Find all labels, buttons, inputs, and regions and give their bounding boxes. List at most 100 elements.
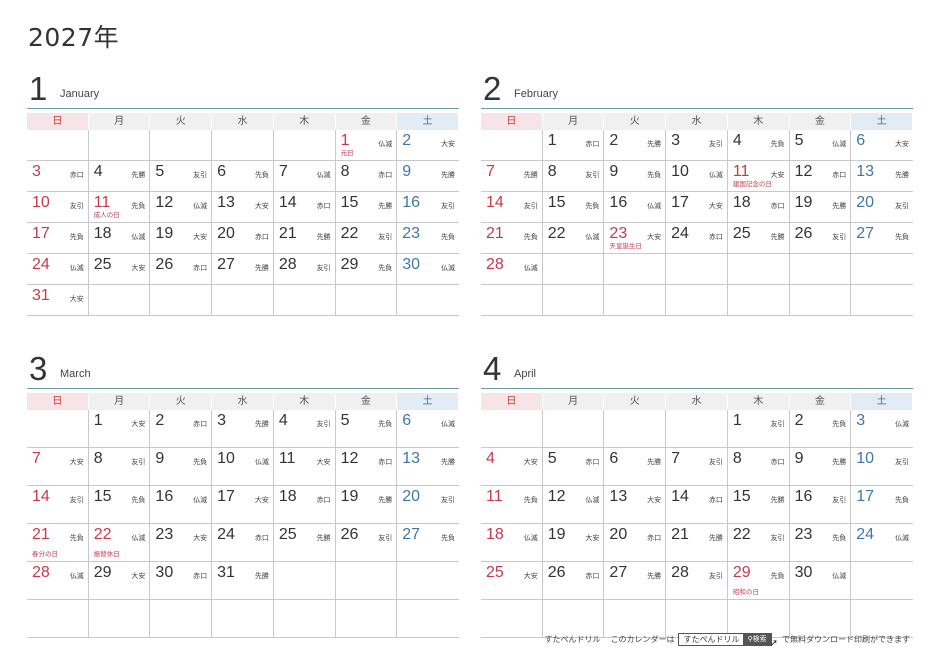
rokuyo-label: 先負 (523, 496, 538, 504)
day-cell (481, 130, 543, 161)
rokuyo-label: 先勝 (647, 458, 662, 466)
weekday-header: 土 (851, 393, 913, 410)
rokuyo-label: 先負 (193, 458, 208, 466)
month-name: March (60, 368, 91, 380)
day-number: 22 (93, 526, 112, 543)
day-cell: 26 赤口 (150, 254, 213, 285)
month-name: January (60, 88, 100, 100)
rokuyo-label: 大安 (895, 140, 909, 148)
day-cell: 1 仏滅 元日 (335, 130, 398, 161)
day-number: 20 (402, 488, 421, 505)
day-number: 25 (486, 564, 504, 581)
rokuyo-label: 仏滅 (254, 458, 269, 466)
day-number: 3 (217, 412, 227, 429)
day-cell: 30 仏滅 (397, 254, 459, 285)
day-cell: 25 大安 (88, 254, 151, 285)
weekday-header: 月 (88, 393, 151, 410)
day-cell: 11 大安 (273, 448, 336, 486)
rokuyo-label: 友引 (708, 458, 723, 466)
day-number: 20 (856, 194, 875, 211)
day-cell: 16 仏滅 (150, 486, 213, 524)
day-number: 30 (155, 564, 174, 581)
rokuyo-label: 仏滅 (441, 264, 455, 272)
day-cell: 27 先勝 (604, 562, 667, 600)
day-cell: 3 友引 (666, 130, 728, 161)
day-number: 22 (547, 225, 566, 242)
day-number: 22 (732, 526, 751, 543)
day-cell: 20 友引 (851, 192, 913, 223)
day-cell: 18 赤口 (273, 486, 336, 524)
day-number: 19 (547, 526, 566, 543)
rokuyo-label: 仏滅 (131, 233, 146, 241)
day-number: 4 (278, 412, 288, 429)
footer-search-button[interactable]: ⚲検索 (743, 634, 771, 645)
day-cell: 4 大安 (481, 448, 543, 486)
month-name: February (514, 88, 559, 100)
rokuyo-label: 仏滅 (895, 420, 909, 428)
rokuyo-label: 先負 (523, 233, 538, 241)
month-number: 3 (29, 350, 48, 387)
rokuyo-label: 大安 (523, 458, 538, 466)
day-cell: 25 先勝 (273, 524, 336, 562)
day-cell: 21 先勝 (273, 223, 336, 254)
day-cell: 23 大安 (150, 524, 213, 562)
day-cell (27, 410, 89, 448)
rokuyo-label: 友引 (708, 572, 723, 580)
rokuyo-label: 仏滅 (832, 140, 847, 148)
rokuyo-label: 赤口 (254, 233, 269, 241)
day-number: 10 (32, 194, 50, 211)
day-cell (481, 600, 543, 638)
rokuyo-label: 先勝 (254, 420, 269, 428)
day-cell: 2 先負 (789, 410, 852, 448)
day-cell (88, 285, 151, 316)
weekday-header: 水 (212, 113, 274, 130)
rokuyo-label: 赤口 (316, 202, 331, 210)
footer-search-input[interactable]: すたぺんドリル (679, 634, 744, 645)
weekday-header: 土 (397, 393, 459, 410)
day-number: 9 (155, 450, 165, 467)
day-number: 27 (402, 526, 421, 543)
rokuyo-label: 先勝 (378, 202, 393, 210)
day-cell: 13 大安 (212, 192, 274, 223)
day-cell: 5 赤口 (542, 448, 605, 486)
day-cell: 13 先勝 (397, 448, 459, 486)
rokuyo-label: 先負 (131, 202, 146, 210)
day-cell: 2 赤口 (150, 410, 213, 448)
rokuyo-label: 友引 (523, 202, 538, 210)
weekday-header: 木 (727, 113, 790, 130)
day-cell: 11 大安 建国記念の日 (727, 161, 790, 192)
day-cell: 4 友引 (273, 410, 336, 448)
rokuyo-label: 赤口 (378, 458, 393, 466)
rokuyo-label: 先勝 (441, 458, 455, 466)
rokuyo-label: 赤口 (69, 171, 84, 179)
day-cell (27, 130, 89, 161)
day-number: 15 (732, 488, 751, 505)
month-header: 3 March (27, 352, 459, 389)
weekday-header: 金 (335, 113, 398, 130)
day-number: 30 (794, 564, 813, 581)
day-number: 16 (155, 488, 174, 505)
day-number: 7 (278, 163, 288, 180)
day-number: 12 (155, 194, 174, 211)
day-number: 2 (609, 132, 619, 149)
rokuyo-label: 大安 (254, 202, 269, 210)
day-cell: 8 友引 (542, 161, 605, 192)
day-cell: 3 仏滅 (851, 410, 913, 448)
rokuyo-label: 友引 (895, 458, 909, 466)
day-cell (273, 130, 336, 161)
day-cell (150, 130, 213, 161)
rokuyo-label: 先負 (378, 420, 393, 428)
weekday-header: 日 (27, 393, 89, 410)
day-number: 10 (856, 450, 875, 467)
rokuyo-label: 先勝 (770, 496, 785, 504)
day-number: 20 (609, 526, 628, 543)
rokuyo-label: 仏滅 (708, 171, 723, 179)
day-cell: 1 友引 (727, 410, 790, 448)
day-cell (481, 285, 543, 316)
day-cell: 28 仏滅 (27, 562, 89, 600)
weekday-header: 月 (542, 393, 605, 410)
rokuyo-label: 仏滅 (316, 171, 331, 179)
footer-search-box[interactable]: すたぺんドリル ⚲検索 (678, 633, 772, 646)
day-cell: 27 先勝 (212, 254, 274, 285)
day-cell (542, 410, 605, 448)
